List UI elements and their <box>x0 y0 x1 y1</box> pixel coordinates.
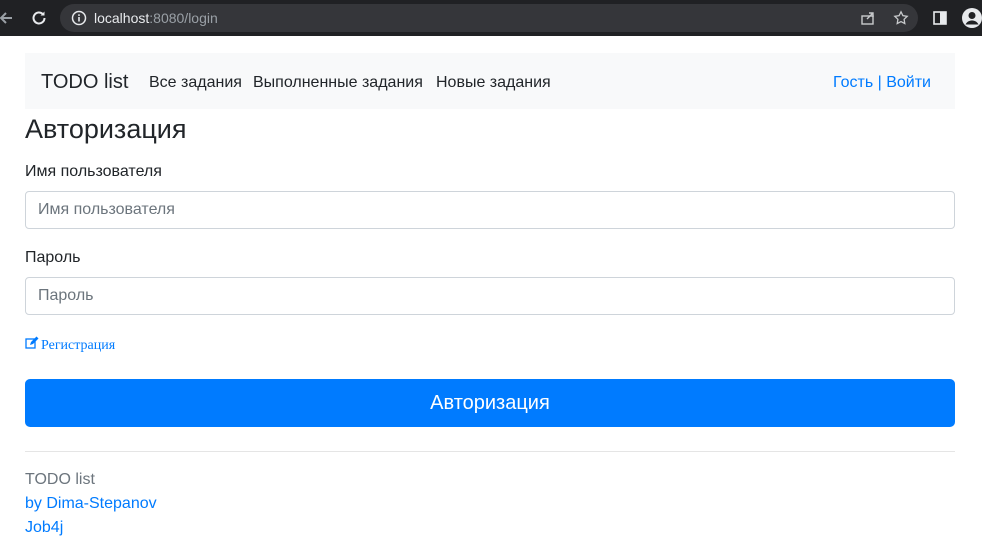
bookmark-star-icon[interactable] <box>891 8 911 28</box>
browser-toolbar: localhost:8080/login <box>0 0 982 36</box>
navbar-brand[interactable]: TODO list <box>41 70 128 94</box>
edit-icon <box>25 336 39 355</box>
page-title: Авторизация <box>25 114 187 144</box>
navbar: TODO list Все задания Выполненные задани… <box>25 53 955 109</box>
footer-divider <box>25 451 955 452</box>
password-input[interactable] <box>25 277 955 315</box>
url-text: localhost:8080/login <box>94 10 218 26</box>
username-label: Имя пользователя <box>25 163 162 180</box>
footer-app-name: TODO list <box>25 471 95 488</box>
register-link[interactable]: Регистрация <box>25 336 115 355</box>
footer-job4j-link[interactable]: Job4j <box>25 517 63 539</box>
side-panel-icon[interactable] <box>928 6 952 30</box>
password-label: Пароль <box>25 249 81 266</box>
login-submit-button[interactable]: Авторизация <box>25 379 955 427</box>
footer-author-link[interactable]: by Dima-Stepanov <box>25 493 157 515</box>
nav-link-new-tasks[interactable]: Новые задания <box>436 73 551 93</box>
username-input[interactable] <box>25 191 955 229</box>
share-icon[interactable] <box>858 8 878 28</box>
reload-icon[interactable] <box>27 6 51 30</box>
nav-link-done-tasks[interactable]: Выполненные задания <box>253 73 423 93</box>
profile-avatar-icon[interactable] <box>960 6 982 30</box>
address-bar[interactable]: localhost:8080/login <box>60 4 918 32</box>
nav-user-login-link[interactable]: Гость | Войти <box>833 73 931 93</box>
nav-link-all-tasks[interactable]: Все задания <box>149 73 242 93</box>
back-arrow-icon[interactable] <box>0 6 18 30</box>
site-info-icon[interactable] <box>71 10 87 26</box>
register-link-label: Регистрация <box>41 337 116 353</box>
